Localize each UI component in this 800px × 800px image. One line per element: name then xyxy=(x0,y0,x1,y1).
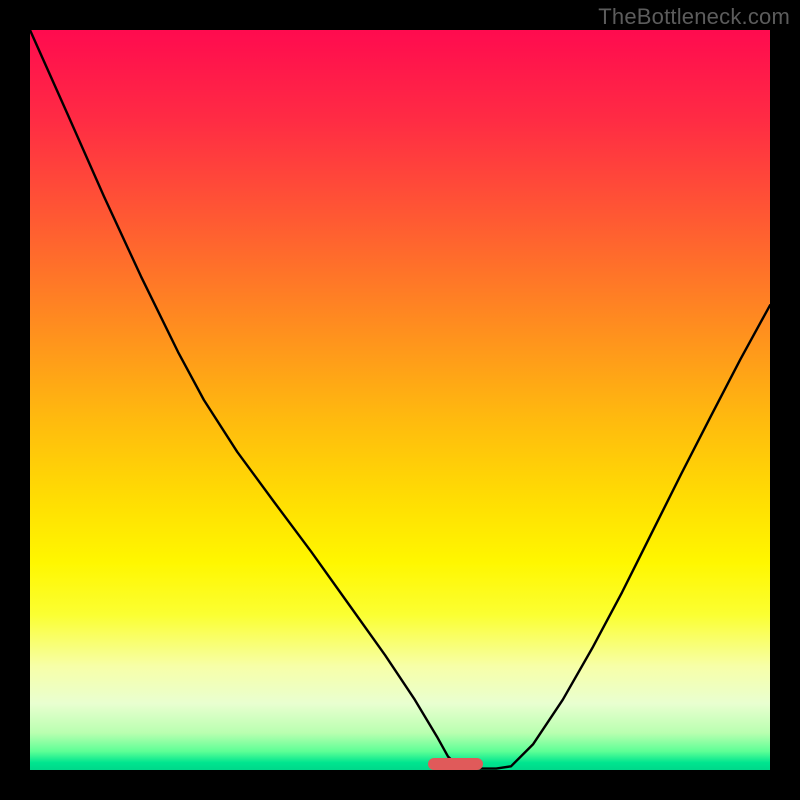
chart-frame: TheBottleneck.com xyxy=(0,0,800,800)
optimum-marker xyxy=(428,758,484,770)
plot-area xyxy=(30,30,770,770)
watermark-text: TheBottleneck.com xyxy=(598,4,790,30)
bottleneck-curve xyxy=(30,30,770,770)
